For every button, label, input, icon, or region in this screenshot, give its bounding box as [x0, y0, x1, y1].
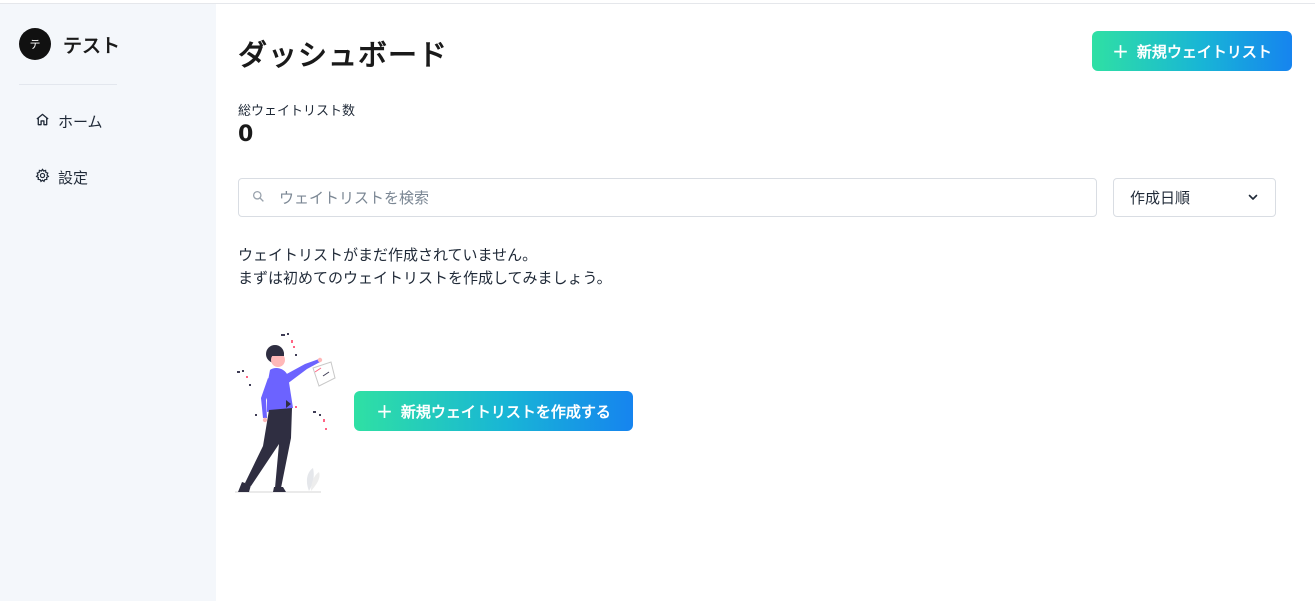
create-waitlist-button[interactable]: + 新規ウェイトリストを作成する	[354, 391, 633, 431]
plus-icon: +	[376, 399, 393, 423]
main-content: ダッシュボード + 新規ウェイトリスト 総ウェイトリスト数 0 作成日順 ウェイ…	[217, 4, 1315, 601]
sidebar-divider	[19, 84, 117, 85]
sidebar-item-home[interactable]: ホーム	[35, 111, 103, 132]
create-waitlist-button-label: 新規ウェイトリストを作成する	[400, 402, 611, 421]
total-waitlists-label: 総ウェイトリスト数	[238, 104, 356, 119]
empty-state-illustration	[235, 326, 339, 494]
chevron-down-icon	[1247, 189, 1259, 207]
brand[interactable]: テ テスト	[19, 28, 120, 60]
home-icon	[35, 112, 58, 131]
search-box[interactable]	[238, 178, 1097, 217]
sort-select[interactable]: 作成日順	[1113, 178, 1276, 217]
plus-icon: +	[1112, 39, 1129, 63]
sidebar-item-label: ホーム	[58, 113, 103, 131]
sidebar-item-label: 設定	[58, 169, 89, 187]
empty-state-message: ウェイトリストがまだ作成されていません。 まずは初めてのウェイトリストを作成して…	[238, 244, 612, 290]
page-title: ダッシュボード	[238, 38, 449, 72]
new-waitlist-button[interactable]: + 新規ウェイトリスト	[1092, 31, 1292, 71]
sidebar-item-settings[interactable]: 設定	[35, 167, 88, 188]
search-icon	[239, 188, 265, 207]
gear-icon	[35, 168, 58, 187]
empty-state-line-2: まずは初めてのウェイトリストを作成してみましょう。	[238, 269, 612, 287]
sort-select-value: 作成日順	[1130, 189, 1191, 207]
brand-name: テスト	[63, 34, 121, 57]
search-input[interactable]	[279, 188, 1059, 207]
new-waitlist-button-label: 新規ウェイトリスト	[1136, 42, 1272, 61]
sidebar: テ テスト ホーム 設定	[0, 4, 216, 601]
avatar: テ	[19, 28, 51, 60]
empty-state-line-1: ウェイトリストがまだ作成されていません。	[238, 246, 538, 264]
total-waitlists-value: 0	[238, 122, 254, 147]
